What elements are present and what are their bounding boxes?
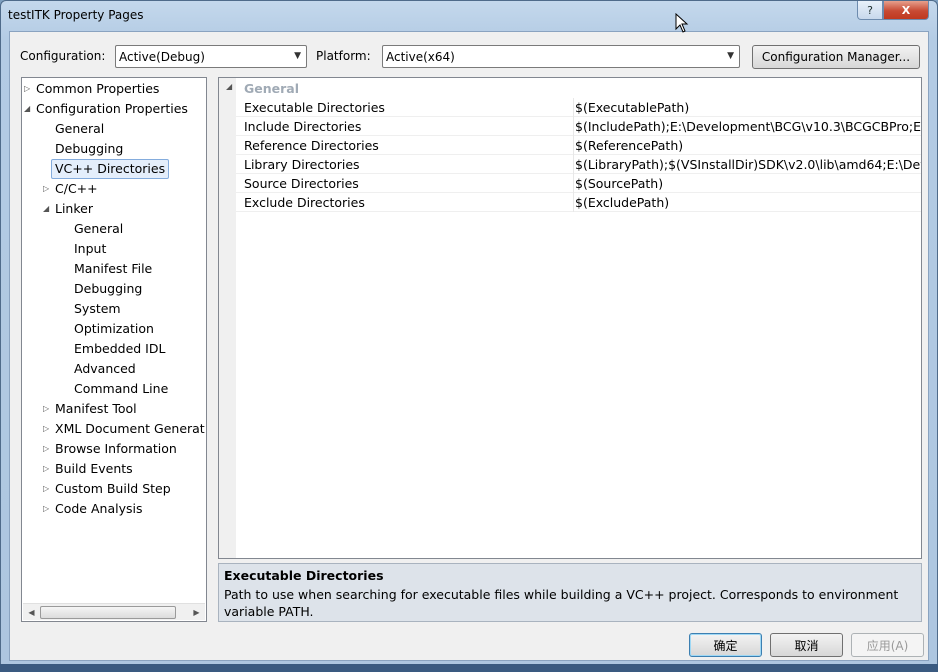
collapsed-triangle-icon[interactable]: ▷ [43, 419, 53, 439]
tree-item[interactable]: Configuration Properties [36, 99, 188, 119]
column-divider [573, 174, 574, 193]
description-title: Executable Directories [224, 568, 384, 583]
tree-item[interactable]: Optimization [74, 319, 154, 339]
chevron-down-icon: ▼ [294, 51, 301, 61]
tree-item[interactable]: Embedded IDL [74, 339, 165, 359]
tree-item[interactable]: General [74, 219, 123, 239]
property-row[interactable]: Executable Directories $(ExecutablePath) [236, 98, 921, 117]
property-name: Exclude Directories [244, 195, 365, 210]
tree-item[interactable]: VC++ Directories [51, 159, 170, 179]
collapsed-triangle-icon[interactable]: ▷ [24, 79, 34, 99]
tree-item[interactable]: XML Document Generat [55, 419, 205, 439]
property-tree[interactable]: ◀ ▶ ▷ Common Properties ◢ Configuration Pro… [21, 77, 207, 622]
tree-item[interactable]: C/C++ [55, 179, 98, 199]
description-text: Path to use when searching for executabl… [224, 587, 899, 619]
tree-item[interactable]: Debugging [74, 279, 142, 299]
chevron-down-icon: ▼ [727, 51, 734, 61]
collapsed-triangle-icon[interactable]: ▷ [43, 459, 53, 479]
help-button[interactable]: ? [857, 1, 883, 20]
close-icon: X [901, 3, 911, 17]
window-title: testITK Property Pages [8, 8, 144, 22]
tree-item[interactable]: Debugging [55, 139, 123, 159]
tree-item[interactable]: Custom Build Step [55, 479, 171, 499]
tree-item[interactable]: Manifest Tool [55, 399, 137, 419]
tree-item[interactable]: Browse Information [55, 439, 177, 459]
property-value[interactable]: $(ReferencePath) [575, 138, 683, 153]
property-name: Executable Directories [244, 100, 385, 115]
tree-item[interactable]: Manifest File [74, 259, 152, 279]
ok-button[interactable]: 确定 [689, 633, 762, 657]
collapsed-triangle-icon[interactable]: ▷ [43, 479, 53, 499]
property-name: Library Directories [244, 157, 360, 172]
collapsed-triangle-icon[interactable]: ▷ [43, 499, 53, 519]
property-value[interactable]: $(SourcePath) [575, 176, 663, 191]
title-bar[interactable]: testITK Property Pages ? X [1, 1, 937, 31]
tree-item[interactable]: Code Analysis [55, 499, 142, 519]
tree-item[interactable]: Build Events [55, 459, 133, 479]
property-row[interactable]: Library Directories $(LibraryPath);$(VSIn… [236, 155, 921, 174]
collapsed-triangle-icon[interactable]: ▷ [43, 399, 53, 419]
tree-item[interactable]: Common Properties [36, 79, 159, 99]
property-name: Source Directories [244, 176, 359, 191]
taskbar [0, 664, 938, 672]
property-value[interactable]: $(ExcludePath) [575, 195, 669, 210]
tree-item[interactable]: Command Line [74, 379, 168, 399]
property-row[interactable]: Reference Directories $(ReferencePath) [236, 136, 921, 155]
column-divider [573, 117, 574, 136]
collapsed-triangle-icon[interactable]: ▷ [43, 179, 53, 199]
help-icon: ? [867, 3, 873, 17]
platform-value: Active(x64) [386, 49, 455, 64]
grid-gutter [219, 78, 236, 558]
tree-item[interactable]: System [74, 299, 121, 319]
column-divider [573, 193, 574, 212]
property-pages-window: testITK Property Pages ? X Configuration… [0, 0, 938, 668]
configuration-manager-button[interactable]: Configuration Manager... [752, 45, 920, 69]
collapsed-triangle-icon[interactable]: ▷ [43, 439, 53, 459]
tree-item[interactable]: Input [74, 239, 106, 259]
configuration-value: Active(Debug) [119, 49, 205, 64]
tree-item[interactable]: Linker [55, 199, 93, 219]
close-button[interactable]: X [883, 1, 929, 20]
property-name: Reference Directories [244, 138, 379, 153]
tree-horizontal-scrollbar[interactable]: ◀ ▶ [23, 603, 205, 620]
category-general: General [244, 81, 299, 96]
mouse-pointer-icon [675, 13, 689, 33]
column-divider [573, 136, 574, 155]
platform-combo[interactable]: Active(x64) ▼ [382, 45, 740, 68]
property-value[interactable]: $(IncludePath);E:\Development\BCG\v10.3\… [575, 119, 921, 134]
tree-item[interactable]: General [55, 119, 104, 139]
property-value[interactable]: $(ExecutablePath) [575, 100, 689, 115]
apply-button[interactable]: 应用(A) [851, 633, 924, 657]
property-row[interactable]: Source Directories $(SourcePath) [236, 174, 921, 193]
scroll-left-icon[interactable]: ◀ [23, 604, 40, 621]
scroll-right-icon[interactable]: ▶ [188, 604, 205, 621]
tree-item[interactable]: Advanced [74, 359, 136, 379]
cancel-button[interactable]: 取消 [770, 633, 843, 657]
property-name: Include Directories [244, 119, 362, 134]
expanded-triangle-icon[interactable]: ◢ [226, 82, 232, 91]
property-grid[interactable]: ◢ General Executable Directories $(Execut… [218, 77, 922, 559]
dialog-client: Configuration: Active(Debug) ▼ Platform:… [9, 31, 929, 661]
column-divider [573, 98, 574, 117]
description-panel: Executable Directories Path to use when … [218, 563, 922, 622]
scrollbar-thumb[interactable] [40, 606, 176, 619]
platform-label: Platform: [316, 49, 371, 63]
property-row[interactable]: Include Directories $(IncludePath);E:\Dev… [236, 117, 921, 136]
configuration-combo[interactable]: Active(Debug) ▼ [115, 45, 307, 68]
configuration-label: Configuration: [20, 49, 106, 63]
expanded-triangle-icon[interactable]: ◢ [43, 199, 53, 219]
column-divider [573, 155, 574, 174]
property-value[interactable]: $(LibraryPath);$(VSInstallDir)SDK\v2.0\l… [575, 157, 921, 172]
property-row[interactable]: Exclude Directories $(ExcludePath) [236, 193, 921, 212]
expanded-triangle-icon[interactable]: ◢ [24, 99, 34, 119]
